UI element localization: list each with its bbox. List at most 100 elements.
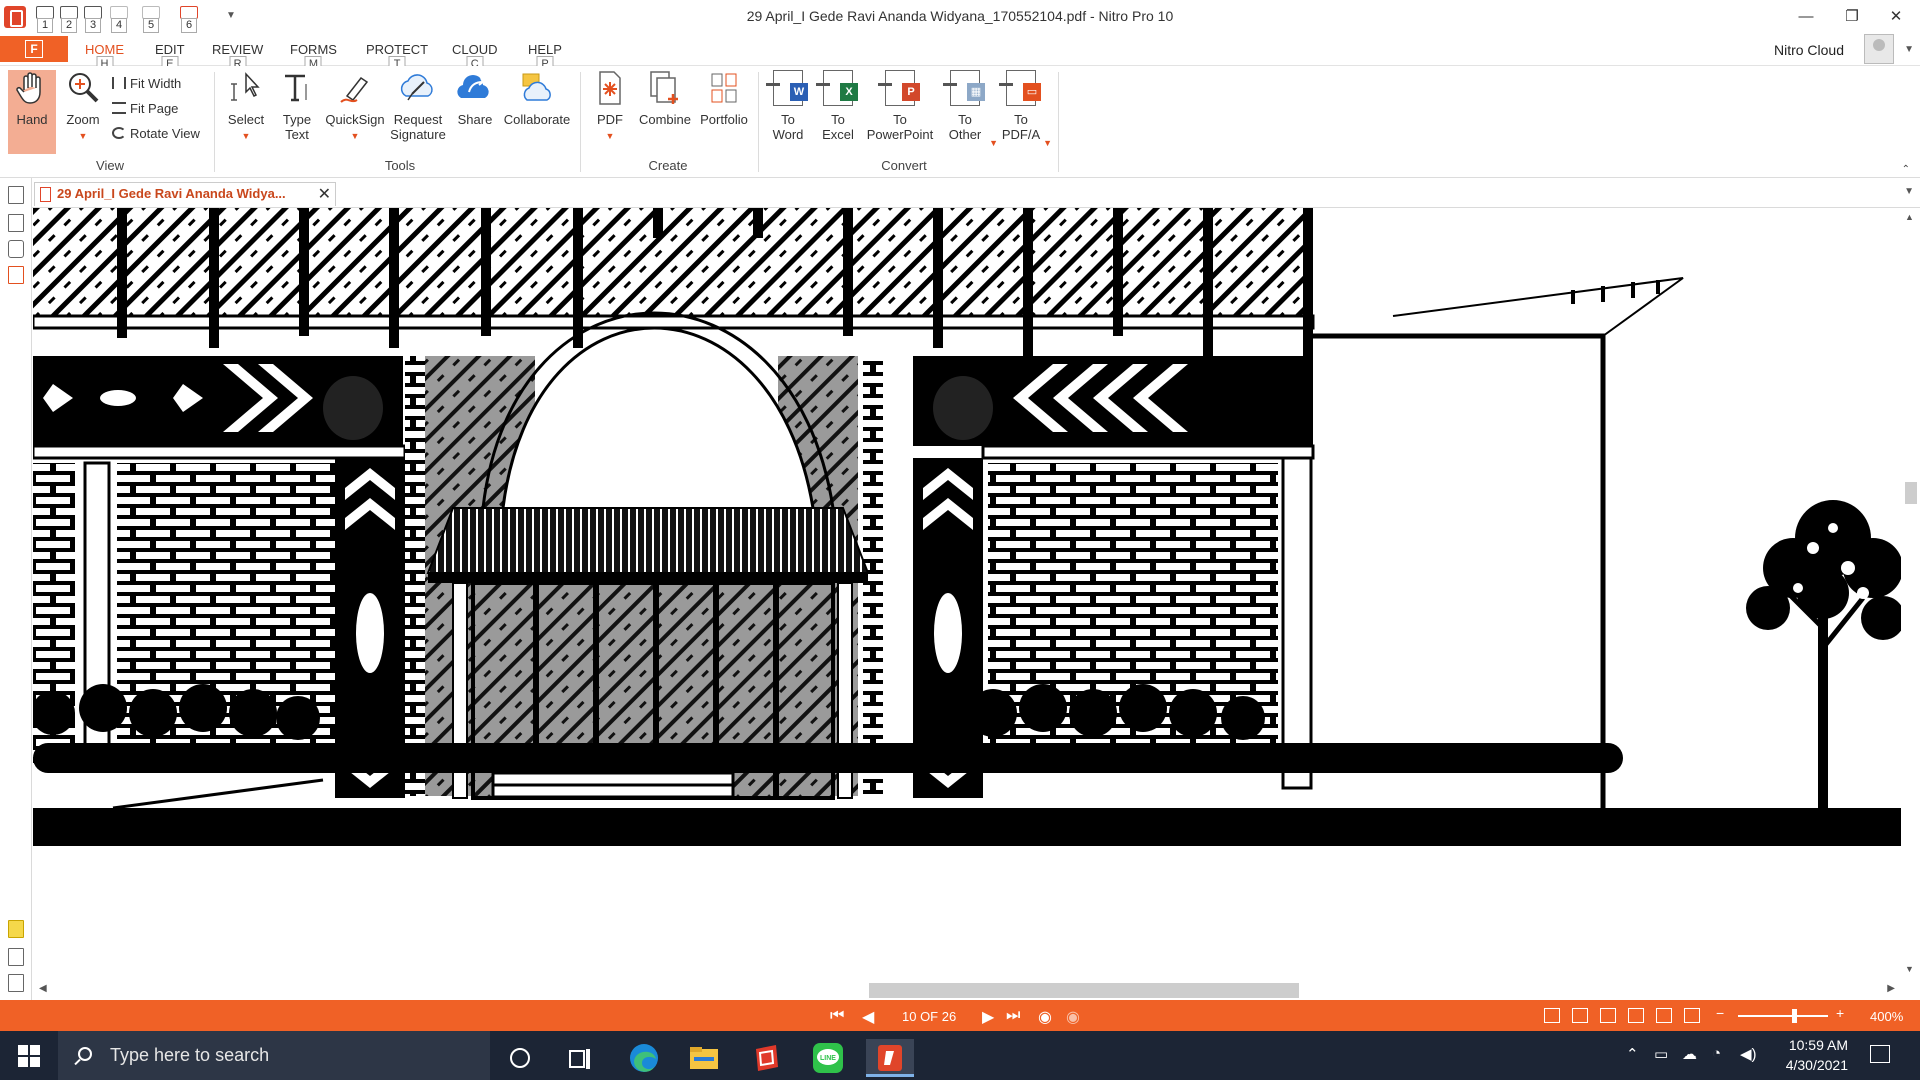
horizontal-scrollbar[interactable]: ◀ ▶: [33, 980, 1901, 1000]
page-indicator[interactable]: 10 OF 26: [902, 1009, 956, 1024]
portfolio-button[interactable]: Portfolio: [696, 70, 752, 127]
pages-panel-icon[interactable]: [8, 186, 24, 204]
pdf-icon: [592, 70, 628, 106]
select-button[interactable]: Select ▼: [224, 70, 268, 144]
create-pdf-button[interactable]: PDF ▼: [590, 70, 630, 144]
task-view-icon[interactable]: [556, 1039, 604, 1077]
show-hidden-icons-chevron-icon[interactable]: ⌃: [1626, 1045, 1639, 1063]
quicksign-button[interactable]: QuickSign ▼: [322, 70, 388, 144]
file-explorer-icon[interactable]: [680, 1039, 728, 1077]
hand-icon: [14, 70, 50, 106]
output-panel-icon[interactable]: [8, 974, 24, 992]
close-tab-icon[interactable]: ✕: [318, 184, 331, 204]
chevron-down-icon: ▼: [78, 131, 88, 141]
single-page-view-icon[interactable]: [1544, 1008, 1560, 1023]
volume-icon[interactable]: ◀): [1740, 1045, 1757, 1063]
zoom-out-icon[interactable]: −: [1716, 1005, 1724, 1021]
nitro-pro-taskbar-icon[interactable]: [866, 1039, 914, 1077]
collaborate-button[interactable]: Collaborate: [500, 70, 574, 127]
last-page-icon[interactable]: ⏭: [1006, 1007, 1020, 1025]
zoom-level[interactable]: 400%: [1870, 1009, 1903, 1024]
next-page-icon[interactable]: ▶: [982, 1007, 994, 1027]
wifi-icon[interactable]: ◔: [1712, 1045, 1721, 1062]
zoom-slider-knob[interactable]: [1791, 1009, 1797, 1023]
presentation-view-icon[interactable]: [1684, 1008, 1700, 1023]
scroll-up-icon[interactable]: ▲: [1905, 212, 1914, 222]
document-tab[interactable]: 29 April_I Gede Ravi Ananda Widya... ✕: [34, 182, 336, 206]
search-panel-icon[interactable]: [8, 214, 24, 232]
vertical-scrollbar[interactable]: ▲ ▼: [1901, 208, 1920, 980]
fit-page-button[interactable]: Fit Page: [112, 101, 178, 116]
continuous-view-icon[interactable]: [1572, 1008, 1588, 1023]
fit-width-button[interactable]: Fit Width: [112, 76, 181, 91]
request-signature-icon: [400, 70, 436, 106]
minimize-button[interactable]: —: [1786, 6, 1826, 28]
zoom-button[interactable]: Zoom ▼: [62, 70, 104, 144]
scroll-down-icon[interactable]: ▼: [1905, 964, 1914, 974]
restore-button[interactable]: ❐: [1832, 6, 1872, 28]
chevron-down-icon: ▼: [1043, 138, 1052, 148]
to-powerpoint-button[interactable]: P To PowerPoint: [864, 70, 936, 142]
previous-page-icon[interactable]: ◀: [862, 1007, 874, 1027]
document-viewer[interactable]: [33, 208, 1901, 980]
zoom-slider[interactable]: [1738, 1009, 1828, 1023]
combine-button[interactable]: Combine: [634, 70, 696, 127]
collapse-ribbon-icon[interactable]: ⌃: [1902, 164, 1910, 175]
tab-cloud[interactable]: CLOUD C: [452, 42, 498, 72]
tab-help[interactable]: HELP P: [528, 42, 562, 72]
scroll-thumb[interactable]: [1905, 482, 1917, 504]
tab-home[interactable]: HOME H: [85, 42, 124, 72]
edge-browser-icon[interactable]: [620, 1039, 668, 1077]
to-word-button[interactable]: W To Word: [766, 70, 810, 142]
clock-time[interactable]: 10:59 AM: [1778, 1037, 1848, 1053]
to-pdfa-button[interactable]: ▭ To PDF/A ▼: [994, 70, 1052, 148]
type-text-button[interactable]: Type Text: [276, 70, 318, 142]
nitro-cloud-account[interactable]: Nitro Cloud: [1774, 42, 1844, 58]
line-messenger-icon[interactable]: LINE: [804, 1039, 852, 1077]
share-button[interactable]: Share: [452, 70, 498, 127]
layers-panel-icon[interactable]: [8, 240, 24, 258]
bookmarks-panel-icon[interactable]: [8, 266, 24, 284]
clock-date[interactable]: 4/30/2021: [1772, 1057, 1848, 1073]
scroll-left-icon[interactable]: ◀: [39, 983, 47, 994]
chevron-down-icon[interactable]: ▼: [1904, 44, 1914, 55]
avatar[interactable]: [1864, 34, 1894, 64]
notifications-icon[interactable]: [1870, 1045, 1890, 1063]
sketchup-icon[interactable]: [742, 1039, 790, 1077]
group-label-view: View: [96, 158, 124, 173]
hand-tool-button[interactable]: Hand: [8, 70, 56, 154]
battery-icon[interactable]: ▭: [1654, 1045, 1668, 1063]
fit-page-icon: [112, 102, 126, 114]
share-icon: [457, 70, 493, 106]
request-signature-button[interactable]: Request Signature: [388, 70, 448, 142]
next-view-icon[interactable]: ◉: [1066, 1007, 1080, 1027]
group-label-create: Create: [648, 158, 688, 173]
rotate-view-button[interactable]: Rotate View: [112, 126, 200, 141]
cortana-icon[interactable]: [496, 1039, 544, 1077]
scroll-thumb[interactable]: [869, 983, 1299, 998]
taskbar-search-box[interactable]: Type here to search: [58, 1031, 490, 1080]
file-tab[interactable]: F: [0, 36, 68, 62]
windows-start-icon[interactable]: [18, 1045, 40, 1067]
close-button[interactable]: ✕: [1876, 6, 1916, 28]
scroll-right-icon[interactable]: ▶: [1887, 983, 1895, 994]
attachments-panel-icon[interactable]: [8, 948, 24, 966]
comments-panel-icon[interactable]: [8, 920, 24, 938]
tab-edit[interactable]: EDIT E: [155, 42, 185, 72]
tab-review[interactable]: REVIEW R: [212, 42, 263, 72]
left-panel: [0, 178, 32, 1000]
onedrive-cloud-icon[interactable]: ☁: [1682, 1045, 1697, 1063]
chevron-down-icon: ▼: [241, 131, 251, 141]
facing-continuous-view-icon[interactable]: [1628, 1008, 1644, 1023]
tab-protect[interactable]: PROTECT T: [366, 42, 428, 72]
previous-view-icon[interactable]: ◉: [1038, 1007, 1052, 1027]
group-label-tools: Tools: [384, 158, 416, 173]
slideshow-view-icon[interactable]: [1656, 1008, 1672, 1023]
tab-forms[interactable]: FORMS M: [290, 42, 337, 72]
to-excel-button[interactable]: X To Excel: [816, 70, 860, 142]
facing-view-icon[interactable]: [1600, 1008, 1616, 1023]
tab-list-chevron-icon[interactable]: ▼: [1904, 186, 1914, 197]
first-page-icon[interactable]: ⏮: [830, 1007, 844, 1025]
zoom-in-icon[interactable]: +: [1836, 1005, 1844, 1021]
to-other-button[interactable]: ▦ To Other ▼: [938, 70, 998, 148]
